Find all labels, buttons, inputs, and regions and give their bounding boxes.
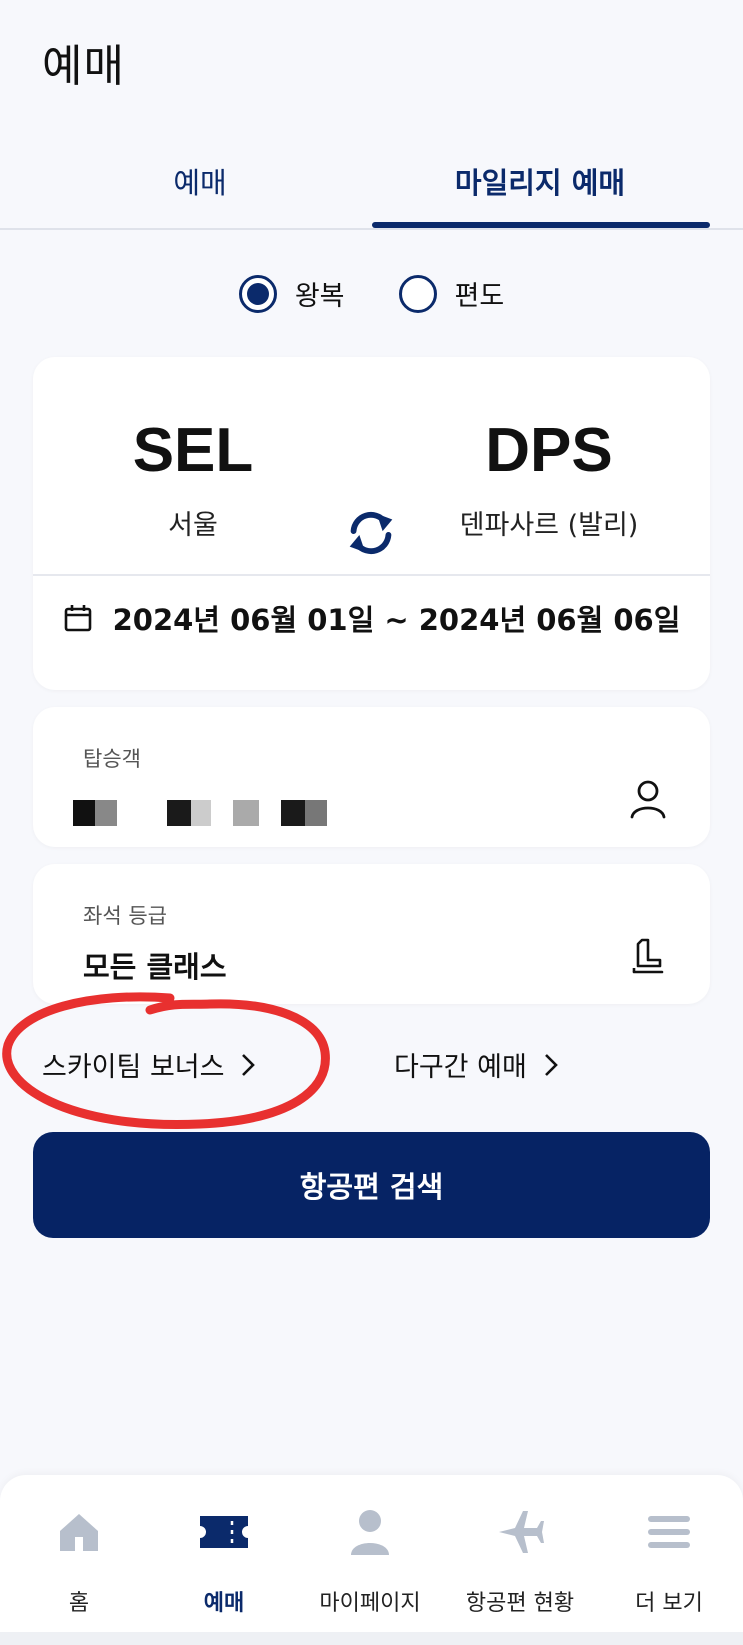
nav-booking[interactable]: 예매	[150, 1505, 298, 1617]
nav-more-label: 더 보기	[635, 1591, 703, 1616]
page-title: 예매	[42, 41, 125, 92]
origin-name: 서울	[168, 510, 218, 541]
radio-one-way[interactable]: 편도	[398, 274, 505, 313]
seat-class-value: 모든 클래스	[83, 950, 227, 984]
skyteam-bonus-label: 스카이팀 보너스	[42, 1052, 225, 1083]
calendar-icon	[64, 605, 91, 632]
tab-mileage-booking[interactable]: 마일리지 예매	[370, 150, 710, 230]
home-icon	[60, 1514, 98, 1551]
seat-class-card[interactable]: 좌석 등급 모든 클래스	[33, 864, 710, 1004]
nav-mypage[interactable]: 마이페이지	[296, 1505, 444, 1617]
seat-class-label: 좌석 등급	[83, 904, 167, 928]
chevron-right-icon	[544, 1053, 558, 1076]
nav-booking-label: 예매	[203, 1591, 245, 1616]
destination-code: DPS	[485, 416, 613, 485]
multi-city-link[interactable]: 다구간 예매	[394, 1045, 559, 1084]
radio-round-trip[interactable]: 왕복	[238, 274, 345, 313]
person-icon	[630, 780, 666, 819]
radio-round-trip-control[interactable]	[238, 274, 277, 313]
radio-selected-dot	[246, 282, 269, 305]
nav-more[interactable]: 더 보기	[595, 1505, 743, 1617]
route-card: SEL 서울 DPS 덴파사르 (발리) 2024년 06월 01일 ~ 202…	[33, 357, 710, 690]
radio-one-way-label: 편도	[454, 281, 505, 312]
menu-icon	[648, 1516, 690, 1548]
search-flights-button[interactable]: 항공편 검색	[33, 1132, 710, 1238]
divider	[33, 574, 710, 576]
ticket-icon	[200, 1516, 248, 1548]
nav-home-label: 홈	[68, 1591, 90, 1616]
skyteam-bonus-link[interactable]: 스카이팀 보너스	[42, 1045, 256, 1084]
destination-name: 덴파사르 (발리)	[459, 510, 639, 541]
nav-flight-status[interactable]: 항공편 현황	[446, 1505, 594, 1617]
date-selector[interactable]: 2024년 06월 01일 ~ 2024년 06월 06일	[33, 597, 710, 639]
passenger-value-redacted	[33, 782, 383, 834]
booking-tabs: 예매 마일리지 예매	[0, 150, 743, 230]
airplane-icon	[499, 1511, 544, 1553]
passenger-card[interactable]: 탑승객	[33, 707, 710, 847]
travel-dates: 2024년 06월 01일 ~ 2024년 06월 06일	[112, 603, 681, 637]
radio-round-trip-label: 왕복	[294, 281, 345, 312]
person-icon	[351, 1510, 389, 1555]
nav-home[interactable]: 홈	[5, 1505, 153, 1617]
passenger-label: 탑승객	[83, 747, 141, 771]
tab-booking[interactable]: 예매	[40, 150, 360, 230]
system-gesture-bar	[0, 1632, 743, 1645]
origin-selector[interactable]: SEL 서울	[63, 417, 323, 542]
nav-flight-status-label: 항공편 현황	[465, 1591, 575, 1616]
swap-arrows-icon[interactable]	[340, 502, 402, 564]
extra-links: 스카이팀 보너스 다구간 예매	[0, 1045, 743, 1095]
destination-selector[interactable]: DPS 덴파사르 (발리)	[419, 417, 679, 542]
chevron-right-icon	[242, 1053, 256, 1076]
active-tab-indicator	[372, 222, 710, 228]
seat-icon	[632, 938, 664, 974]
radio-one-way-control[interactable]	[398, 274, 437, 313]
bottom-navigation: 홈 예매 마이페이지 항공편 현황 더 보기	[0, 1475, 743, 1645]
nav-mypage-label: 마이페이지	[319, 1591, 421, 1616]
multi-city-label: 다구간 예매	[394, 1052, 527, 1083]
trip-type-selector: 왕복 편도	[0, 274, 743, 313]
origin-code: SEL	[132, 416, 254, 485]
